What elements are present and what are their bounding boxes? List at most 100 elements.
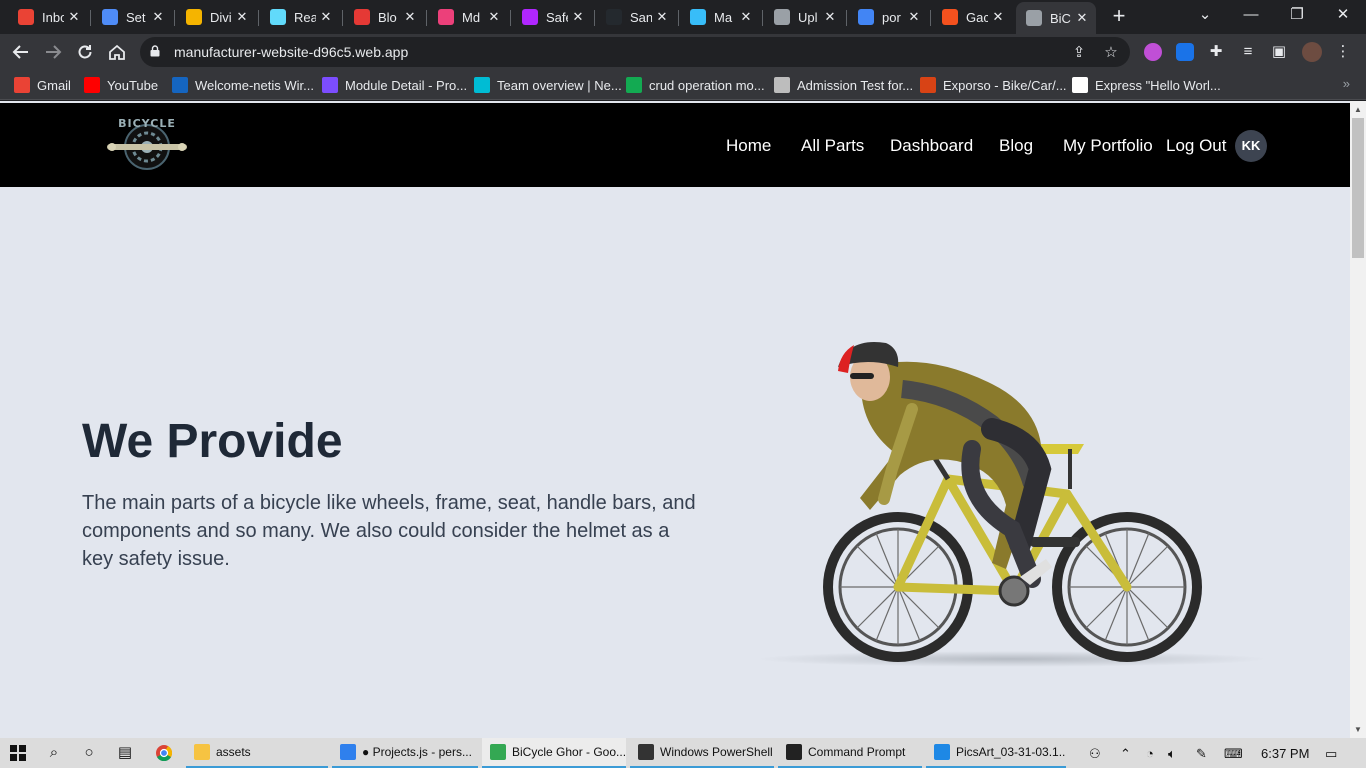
close-tab-icon[interactable]: ✕ bbox=[150, 9, 166, 25]
profile-avatar[interactable] bbox=[1302, 42, 1322, 62]
close-window-button[interactable]: ✕ bbox=[1320, 0, 1366, 32]
bookmark-label: Express "Hello Worl... bbox=[1095, 77, 1221, 93]
clock-text[interactable]: 6:37 PM bbox=[1261, 746, 1309, 761]
log-out-button[interactable]: Log Out bbox=[1166, 136, 1227, 156]
browser-tab[interactable]: Md ✕ bbox=[428, 4, 508, 30]
restore-button[interactable]: ❐ bbox=[1274, 0, 1320, 32]
taskbar-app[interactable]: assets bbox=[186, 738, 328, 768]
new-tab-button[interactable]: + bbox=[1108, 5, 1130, 28]
chevron-up-icon[interactable]: ⌃ bbox=[1120, 746, 1131, 762]
tab-title: Md bbox=[462, 9, 481, 25]
browser-tab[interactable]: Set ✕ bbox=[92, 4, 172, 30]
bicycle-logo[interactable]: BICYCLE bbox=[104, 111, 190, 179]
bookmarks-overflow-button[interactable]: » bbox=[1343, 76, 1350, 91]
bookmark-item[interactable]: YouTube bbox=[84, 76, 158, 94]
taskbar-app[interactable]: Command Prompt bbox=[778, 738, 922, 768]
taskbar-app[interactable]: ● Projects.js - pers... bbox=[332, 738, 478, 768]
hero-description: The main parts of a bicycle like wheels,… bbox=[82, 492, 696, 570]
tab-title: Ma bbox=[714, 9, 733, 25]
back-button[interactable] bbox=[8, 39, 34, 65]
close-tab-icon[interactable]: ✕ bbox=[318, 9, 334, 25]
forward-button[interactable] bbox=[40, 39, 66, 65]
browser-tab[interactable]: Inbox✕ bbox=[8, 4, 88, 30]
browser-tab[interactable]: Upl ✕ bbox=[764, 4, 844, 30]
reading-list-icon[interactable]: ≡ bbox=[1239, 43, 1257, 61]
layers-icon bbox=[774, 9, 790, 25]
back-arrow-icon bbox=[12, 45, 28, 59]
url-text[interactable]: manufacturer-website-d96c5.web.app bbox=[174, 44, 408, 60]
nav-dashboard-link[interactable]: Dashboard bbox=[890, 136, 973, 156]
share-icon[interactable]: ⇪ bbox=[1070, 44, 1088, 62]
chrome-pinned-icon[interactable] bbox=[154, 743, 174, 763]
lock-icon bbox=[150, 45, 160, 57]
taskbar-app[interactable]: BiCycle Ghor - Goo... bbox=[482, 738, 626, 768]
nav-my-portfolio-link[interactable]: My Portfolio bbox=[1063, 136, 1153, 156]
close-tab-icon[interactable]: ✕ bbox=[486, 9, 502, 25]
windows-start-button[interactable] bbox=[8, 743, 28, 763]
close-tab-icon[interactable]: ✕ bbox=[234, 9, 250, 25]
cortana-icon[interactable]: ○ bbox=[79, 743, 99, 763]
browser-tab[interactable]: por ✕ bbox=[848, 4, 928, 30]
bookmark-item[interactable]: Exporso - Bike/Car/... bbox=[920, 76, 1067, 94]
browser-tab[interactable]: San ✕ bbox=[596, 4, 676, 30]
taskbar-app[interactable]: Windows PowerShell bbox=[630, 738, 774, 768]
user-avatar[interactable]: KK bbox=[1235, 130, 1267, 162]
search-icon[interactable]: ⌕ bbox=[44, 743, 64, 763]
browser-tab[interactable]: Divi ✕ bbox=[176, 4, 256, 30]
bookmark-item[interactable]: Module Detail - Pro... bbox=[322, 76, 467, 94]
puzzle-icon[interactable]: ✚ bbox=[1207, 43, 1225, 61]
nav-blog-link[interactable]: Blog bbox=[999, 136, 1033, 156]
side-panel-icon[interactable]: ▣ bbox=[1270, 43, 1288, 61]
nav-home-link[interactable]: Home bbox=[726, 136, 771, 156]
close-tab-icon[interactable]: ✕ bbox=[66, 9, 82, 25]
close-tab-icon[interactable]: ✕ bbox=[990, 9, 1006, 25]
bookmark-item[interactable]: Gmail bbox=[14, 76, 71, 94]
home-button[interactable] bbox=[104, 39, 130, 65]
volume-icon[interactable]: 🔈︎ bbox=[1168, 746, 1176, 762]
bookmark-star-icon[interactable]: ☆ bbox=[1102, 44, 1120, 62]
nav-all-parts-link[interactable]: All Parts bbox=[801, 136, 864, 156]
tab-search-button[interactable]: ⌄ bbox=[1182, 0, 1228, 32]
ph-icon bbox=[322, 77, 338, 93]
keyboard-icon[interactable]: ⌨ bbox=[1224, 746, 1243, 762]
scroll-up-arrow-icon[interactable]: ▲ bbox=[1354, 105, 1362, 114]
scroll-thumb[interactable] bbox=[1352, 118, 1364, 258]
address-bar[interactable]: manufacturer-website-d96c5.web.app ⇪ ☆ bbox=[140, 37, 1130, 67]
bookmark-item[interactable]: Express "Hello Worl... bbox=[1072, 76, 1221, 94]
close-tab-icon[interactable]: ✕ bbox=[654, 9, 670, 25]
extension-circle-icon[interactable] bbox=[1144, 43, 1162, 61]
scroll-down-arrow-icon[interactable]: ▼ bbox=[1354, 725, 1362, 734]
bookmark-item[interactable]: Admission Test for... bbox=[774, 76, 913, 94]
close-tab-icon[interactable]: ✕ bbox=[822, 9, 838, 25]
notifications-icon[interactable]: ▭ bbox=[1325, 746, 1337, 762]
reload-button[interactable] bbox=[72, 39, 98, 65]
bookmark-label: Exporso - Bike/Car/... bbox=[943, 77, 1067, 93]
close-tab-icon[interactable]: ✕ bbox=[906, 9, 922, 25]
bookmark-item[interactable]: Team overview | Ne... bbox=[474, 76, 622, 94]
close-tab-icon[interactable]: ✕ bbox=[1074, 10, 1090, 26]
task-view-icon[interactable]: ▤ bbox=[115, 743, 135, 763]
close-tab-icon[interactable]: ✕ bbox=[570, 9, 586, 25]
minimize-button[interactable]: — bbox=[1228, 0, 1274, 32]
browser-tab[interactable]: Safe✕ bbox=[512, 4, 592, 30]
e-icon bbox=[920, 77, 936, 93]
browser-tab[interactable]: BiC ✕ bbox=[1016, 2, 1096, 34]
flame-icon bbox=[942, 9, 958, 25]
browser-tab[interactable]: Gac ✕ bbox=[932, 4, 1012, 30]
taskbar-app[interactable]: PicsArt_03-31-03.1... bbox=[926, 738, 1066, 768]
pen-icon[interactable]: ✎ bbox=[1196, 746, 1207, 762]
bookmark-item[interactable]: Welcome-netis Wir... bbox=[172, 76, 314, 94]
bookmark-item[interactable]: crud operation mo... bbox=[626, 76, 765, 94]
tab-title: Gac bbox=[966, 9, 988, 25]
zoom-extension-icon[interactable] bbox=[1176, 43, 1194, 61]
close-tab-icon[interactable]: ✕ bbox=[402, 9, 418, 25]
cmd-icon bbox=[786, 744, 802, 760]
menu-kebab-icon[interactable]: ⋮ bbox=[1334, 43, 1352, 61]
browser-tab[interactable]: Blo ✕ bbox=[344, 4, 424, 30]
browser-tab[interactable]: Ma ✕ bbox=[680, 4, 760, 30]
close-tab-icon[interactable]: ✕ bbox=[738, 9, 754, 25]
wifi-icon[interactable]: ◔ bbox=[1146, 746, 1154, 761]
people-icon[interactable]: ⚇ bbox=[1089, 746, 1101, 762]
browser-tab[interactable]: Rea ✕ bbox=[260, 4, 340, 30]
page-scrollbar[interactable]: ▲ ▼ bbox=[1350, 101, 1366, 738]
